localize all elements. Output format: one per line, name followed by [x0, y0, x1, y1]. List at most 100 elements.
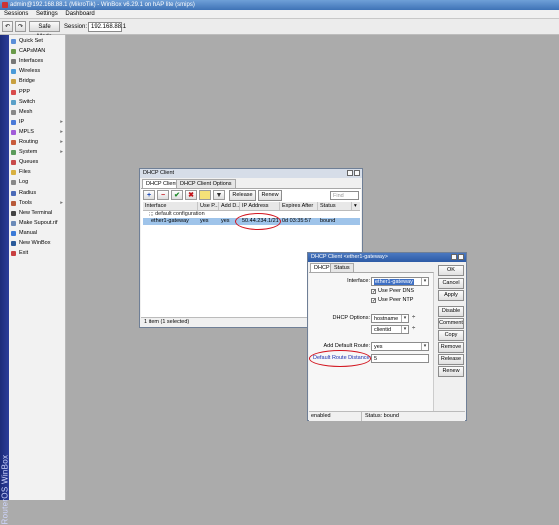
- menu-dashboard[interactable]: Dashboard: [65, 11, 94, 17]
- release-button[interactable]: Release: [229, 190, 256, 201]
- use-peer-ntp-checkbox[interactable]: ✓: [371, 298, 376, 304]
- menu-item-icon: [11, 69, 16, 75]
- remove-icon[interactable]: −: [157, 190, 169, 200]
- sidebar-item-label: Routing: [19, 139, 38, 145]
- sidebar-item-queues[interactable]: Queues: [11, 158, 65, 167]
- sidebar-item-exit[interactable]: Exit: [11, 249, 65, 258]
- comment-icon[interactable]: [199, 190, 211, 200]
- release-button[interactable]: Release: [438, 354, 464, 365]
- sidebar-item-files[interactable]: Files: [11, 168, 65, 177]
- sidebar-item-make-supout-rif[interactable]: Make Supout.rif: [11, 219, 65, 228]
- sidebar-item-interfaces[interactable]: Interfaces: [11, 57, 65, 66]
- disable-button[interactable]: Disable: [438, 306, 464, 317]
- dhcp-option-2[interactable]: clientid ▾: [371, 325, 409, 334]
- disable-icon[interactable]: ✖: [185, 190, 197, 200]
- dhcp-client-titlebar[interactable]: DHCP Client: [140, 169, 362, 178]
- dhcp-client-title: DHCP Client: [143, 170, 175, 176]
- filter-icon[interactable]: ▼: [213, 190, 225, 200]
- sidebar-item-ppp[interactable]: PPP: [11, 88, 65, 97]
- table-header: Interface Use P... Add D... IP Address E…: [143, 202, 360, 211]
- use-peer-dns-checkbox[interactable]: ✓: [371, 289, 376, 295]
- sidebar-item-quick-set[interactable]: Quick Set: [11, 37, 65, 46]
- restore-icon[interactable]: [451, 254, 457, 260]
- tab-dhcp-client-options[interactable]: DHCP Client Options: [176, 179, 236, 188]
- session-input[interactable]: 192.168.88.1: [88, 22, 126, 32]
- remove-button[interactable]: Remove: [438, 342, 464, 353]
- add-default-route-select[interactable]: yes ▾: [371, 342, 429, 351]
- sidebar-item-log[interactable]: Log: [11, 178, 65, 187]
- sidebar-item-switch[interactable]: Switch: [11, 98, 65, 107]
- session-label: Session:: [64, 24, 88, 30]
- dialog-titlebar[interactable]: DHCP Client <ether1-gateway>: [308, 253, 466, 262]
- sidebar-item-label: IP: [19, 118, 25, 125]
- menu-item-icon: [11, 49, 16, 55]
- sidebar-item-routing[interactable]: Routing ▸: [11, 138, 65, 147]
- renew-button[interactable]: Renew: [438, 366, 464, 377]
- submenu-arrow-icon: ▸: [60, 139, 63, 145]
- restore-icon[interactable]: [347, 170, 353, 176]
- sidebar-item-system[interactable]: System ▸: [11, 148, 65, 157]
- sidebar: Quick Set CAPsMAN Interfaces Wireless Bridge…: [9, 35, 66, 500]
- sidebar-item-label: New Terminal: [19, 209, 53, 216]
- sidebar-item-label: Tools: [19, 199, 32, 206]
- sidebar-item-manual[interactable]: Manual: [11, 229, 65, 238]
- dialog-status-right: Status: bound: [365, 413, 399, 419]
- title-bar: admin@192.168.88.1 (MikroTik) - WinBox v…: [0, 0, 559, 10]
- sidebar-item-bridge[interactable]: Bridge: [11, 77, 65, 86]
- interface-select[interactable]: ether1-gateway ▾: [371, 277, 429, 286]
- col-use-peer[interactable]: Use P...: [198, 202, 219, 210]
- apply-button[interactable]: Apply: [438, 290, 464, 301]
- menu-item-icon: [11, 230, 16, 236]
- sidebar-item-tools[interactable]: Tools ▸: [11, 199, 65, 208]
- col-add-default[interactable]: Add D...: [219, 202, 240, 210]
- menu-item-icon: [11, 59, 16, 65]
- cell-use-peer: yes: [200, 218, 209, 224]
- close-icon[interactable]: [354, 170, 360, 176]
- add-icon[interactable]: +: [143, 190, 155, 200]
- menu-sessions[interactable]: Sessions: [4, 11, 28, 17]
- copy-button[interactable]: Copy: [438, 330, 464, 341]
- find-input[interactable]: Find: [330, 191, 359, 200]
- close-icon[interactable]: [458, 254, 464, 260]
- cell-add-default: yes: [221, 218, 230, 224]
- sidebar-item-label: Log: [19, 179, 29, 186]
- col-expires-after[interactable]: Expires After: [280, 202, 318, 210]
- sidebar-item-label: Wireless: [19, 68, 41, 75]
- sidebar-item-wireless[interactable]: Wireless: [11, 67, 65, 76]
- menu-item-icon: [11, 99, 16, 105]
- ok-button[interactable]: OK: [438, 265, 464, 276]
- winbox-logo-icon: [2, 2, 8, 8]
- interface-value: ether1-gateway: [374, 279, 414, 285]
- sidebar-item-label: Exit: [19, 250, 29, 257]
- col-status[interactable]: Status: [318, 202, 352, 210]
- list-status-text: 1 item (1 selected): [144, 319, 190, 325]
- sidebar-item-new-terminal[interactable]: New Terminal: [11, 209, 65, 218]
- dhcp-option-1[interactable]: hostname ▾: [371, 314, 409, 323]
- dhcp-option-1-value: hostname: [374, 316, 399, 322]
- safe-mode-button[interactable]: Safe Mode: [29, 21, 60, 40]
- cancel-button[interactable]: Cancel: [438, 278, 464, 289]
- tab-status[interactable]: Status: [330, 263, 354, 272]
- menu-item-icon: [11, 220, 16, 226]
- menu-settings[interactable]: Settings: [36, 11, 58, 17]
- default-route-distance-input[interactable]: 5: [371, 354, 429, 363]
- menu-item-icon: [11, 210, 16, 216]
- sidebar-item-radius[interactable]: Radius: [11, 189, 65, 198]
- sidebar-item-ip[interactable]: IP ▸: [11, 118, 65, 127]
- sidebar-item-new-winbox[interactable]: New WinBox: [11, 239, 65, 248]
- sidebar-item-mpls[interactable]: MPLS ▸: [11, 128, 65, 137]
- remove-option-icon[interactable]: ÷: [412, 326, 415, 332]
- col-ip-address[interactable]: IP Address: [240, 202, 280, 210]
- sidebar-item-capsman[interactable]: CAPsMAN: [11, 47, 65, 56]
- remove-option-icon[interactable]: ÷: [412, 315, 415, 321]
- col-interface[interactable]: Interface: [143, 202, 198, 210]
- renew-button[interactable]: Renew: [258, 190, 282, 201]
- menu-item-icon: [11, 109, 16, 115]
- sidebar-item-mesh[interactable]: Mesh: [11, 108, 65, 117]
- enable-icon[interactable]: ✔: [171, 190, 183, 200]
- comment-row: ;;; default configuration: [149, 211, 205, 217]
- sidebar-item-label: New WinBox: [19, 240, 51, 246]
- redo-button[interactable]: ↷: [15, 21, 26, 32]
- comment-button[interactable]: Comment: [438, 318, 464, 329]
- undo-button[interactable]: ↶: [2, 21, 13, 32]
